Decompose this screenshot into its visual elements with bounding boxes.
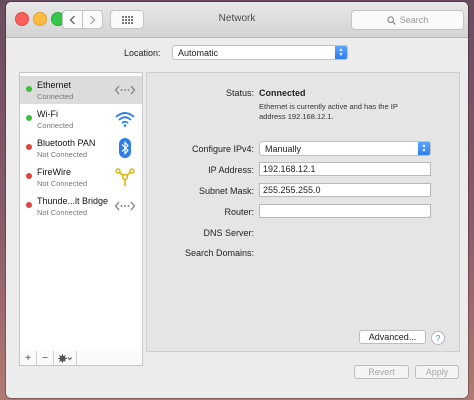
service-name: Thunde...lt Bridge (37, 196, 109, 206)
router-field[interactable] (259, 204, 431, 218)
status-dot (26, 173, 32, 179)
title-bar: Network Search (6, 2, 468, 38)
revert-button[interactable]: Revert (354, 365, 409, 379)
dns-server-label: DNS Server: (203, 228, 254, 238)
status-value: Connected (259, 88, 306, 98)
search-field[interactable]: Search (351, 10, 464, 30)
status-description-line-2: address 192.168.12.1. (259, 112, 334, 121)
configure-ipv4-label: Configure IPv4: (191, 144, 254, 154)
service-item-thunderbolt-bridge[interactable]: Thunde...lt Bridge Not Connected (20, 192, 142, 220)
wifi-icon (115, 112, 135, 127)
router-label: Router: (224, 207, 254, 217)
search-placeholder: Search (399, 15, 429, 25)
configure-ipv4-value: Manually (265, 143, 302, 154)
status-dot (26, 86, 32, 92)
status-dot (26, 115, 32, 121)
network-window: Network Search Location: Automatic ▲ ▼ Et… (6, 2, 468, 398)
location-label: Location: (124, 48, 161, 58)
action-menu-button[interactable] (54, 351, 77, 365)
detail-panel: Status: Connected Ethernet is currently … (146, 72, 460, 352)
service-item-firewire[interactable]: FireWire Not Connected (20, 163, 142, 191)
status-description-line-1: Ethernet is currently active and has the… (259, 102, 398, 111)
thunderbolt-bridge-icon (114, 201, 136, 211)
search-icon (387, 15, 396, 25)
status-dot (26, 144, 32, 150)
location-value: Automatic (178, 47, 219, 58)
service-status: Not Connected (37, 150, 88, 159)
help-button[interactable]: ? (431, 331, 445, 345)
service-name: FireWire (37, 167, 71, 177)
add-service-button[interactable]: + (20, 351, 37, 365)
search-domains-label: Search Domains: (184, 248, 254, 258)
apply-button[interactable]: Apply (415, 365, 459, 379)
ip-address-label: IP Address: (208, 165, 254, 175)
service-status: Connected (37, 121, 74, 130)
service-list[interactable]: Ethernet Connected Wi-Fi Connected Bluet… (19, 72, 143, 352)
service-status: Not Connected (37, 208, 88, 217)
ethernet-icon (114, 85, 136, 95)
service-name: Ethernet (37, 80, 72, 90)
subnet-mask-field[interactable]: 255.255.255.0 (259, 183, 431, 197)
firewire-icon (115, 168, 135, 186)
service-name: Wi-Fi (37, 109, 58, 119)
service-item-wifi[interactable]: Wi-Fi Connected (20, 105, 142, 133)
subnet-mask-label: Subnet Mask: (198, 186, 254, 196)
ip-address-field[interactable]: 192.168.12.1 (259, 162, 431, 176)
gear-icon (58, 353, 72, 363)
location-select[interactable]: Automatic ▲ ▼ (172, 45, 348, 60)
advanced-button[interactable]: Advanced... (359, 330, 426, 344)
status-dot (26, 202, 32, 208)
status-label: Status: (225, 88, 254, 98)
service-item-bluetooth-pan[interactable]: Bluetooth PAN Not Connected (20, 134, 142, 162)
service-item-ethernet[interactable]: Ethernet Connected (20, 76, 142, 104)
remove-service-button[interactable]: − (37, 351, 54, 365)
bluetooth-icon (119, 138, 131, 158)
updown-arrows-icon: ▲ ▼ (335, 46, 347, 59)
service-list-toolbar: + − (19, 351, 143, 366)
service-name: Bluetooth PAN (37, 138, 96, 148)
updown-arrows-icon: ▲ ▼ (418, 142, 430, 155)
configure-ipv4-select[interactable]: Manually ▲ ▼ (259, 141, 431, 156)
service-status: Connected (37, 92, 74, 101)
service-status: Not Connected (37, 179, 88, 188)
